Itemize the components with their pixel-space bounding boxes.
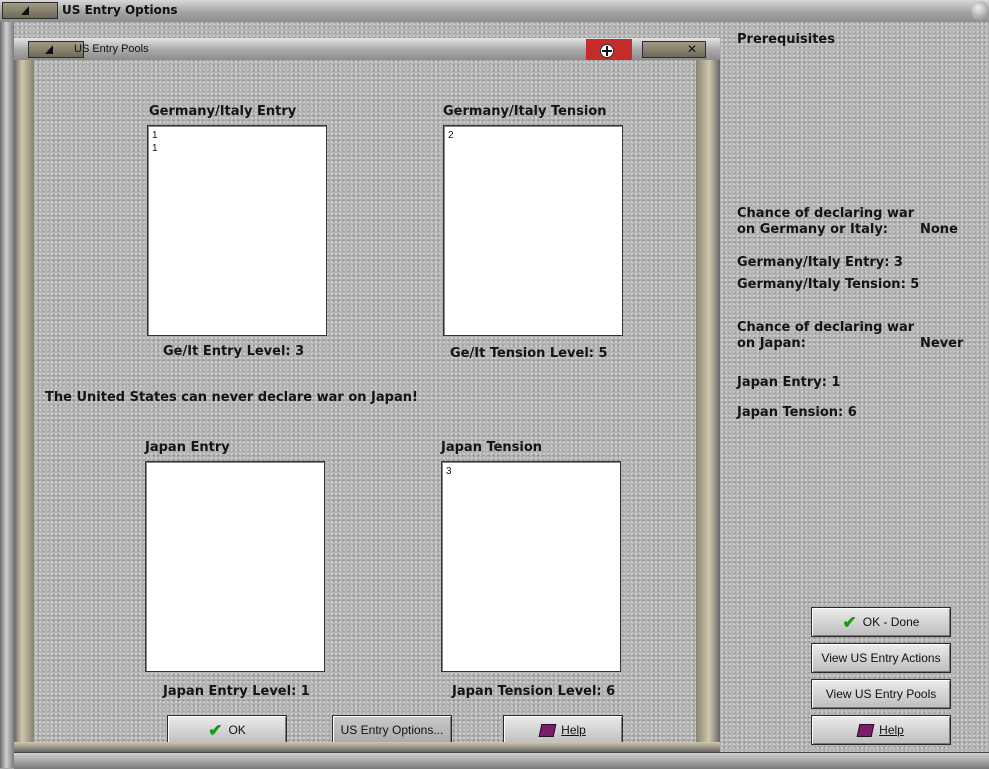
chance-germany-label-line2: on Germany or Italy: (737, 222, 889, 237)
list-item[interactable]: 3 (446, 465, 616, 478)
view-entry-pools-button[interactable]: View US Entry Pools (811, 679, 951, 709)
checkmark-icon: ✔ (208, 720, 223, 740)
germany-tension-level: Ge/It Tension Level: 5 (450, 346, 608, 361)
dialog-left-rail (14, 60, 34, 752)
dialog-help-label: Help (561, 723, 586, 737)
minimize-icon (45, 45, 53, 54)
germany-tension-label: Germany/Italy Tension (443, 104, 607, 119)
chance-japan-label-line1: Chance of declaring war (737, 320, 915, 335)
japan-tension-list[interactable]: 3 (441, 461, 621, 672)
japan-tension-level: Japan Tension Level: 6 (452, 684, 616, 699)
ok-done-label: OK - Done (862, 615, 920, 629)
chance-japan-label-line2: on Japan: (737, 336, 806, 351)
view-entry-pools-label: View US Entry Pools (825, 687, 937, 701)
window-knob-icon (971, 1, 989, 21)
dialog-bottom-rail (14, 742, 720, 752)
japan-warning-text: The United States can never declare war … (45, 390, 418, 405)
japan-tension-value: Japan Tension: 6 (737, 405, 857, 420)
dialog-help-button[interactable]: Help (503, 715, 623, 745)
right-help-button[interactable]: Help (811, 715, 951, 745)
bottom-frame-rail (14, 752, 989, 769)
chance-japan-value: Never (920, 336, 964, 351)
minimize-icon (21, 6, 29, 15)
germany-tension-value: Germany/Italy Tension: 5 (737, 277, 920, 292)
right-help-label: Help (879, 723, 904, 737)
dialog-ok-button[interactable]: ✔ OK (167, 715, 287, 745)
list-item[interactable]: 1 (152, 129, 322, 142)
left-frame-rail (0, 22, 14, 768)
us-entry-options-label: US Entry Options... (340, 723, 444, 737)
checkmark-icon: ✔ (842, 612, 857, 632)
flag-icon (586, 39, 632, 61)
dialog-close-button[interactable]: ✕ (642, 41, 706, 58)
us-entry-pools-dialog: US Entry Pools ✕ Germany/Italy Entry 11 … (14, 38, 720, 752)
prerequisites-heading: Prerequisites (737, 32, 835, 47)
us-entry-options-button[interactable]: US Entry Options... (332, 715, 452, 745)
dialog-title: US Entry Pools (74, 43, 149, 55)
germany-entry-level: Ge/It Entry Level: 3 (163, 344, 305, 359)
japan-tension-label: Japan Tension (441, 440, 543, 455)
window-menu-button[interactable] (2, 2, 58, 19)
germany-tension-list[interactable]: 2 (443, 125, 623, 336)
chance-germany-value: None (920, 222, 958, 237)
help-book-icon (538, 723, 557, 737)
close-icon: ✕ (686, 42, 697, 56)
japan-entry-list[interactable] (145, 461, 325, 672)
germany-entry-list[interactable]: 11 (147, 125, 327, 336)
germany-entry-value: Germany/Italy Entry: 3 (737, 255, 903, 270)
main-titlebar: US Entry Options (0, 0, 989, 23)
window-title: US Entry Options (62, 3, 178, 17)
ok-done-button[interactable]: ✔ OK - Done (811, 607, 951, 637)
japan-entry-level: Japan Entry Level: 1 (163, 684, 310, 699)
dialog-ok-label: OK (228, 723, 246, 737)
list-item[interactable]: 2 (448, 129, 618, 142)
help-book-icon (856, 723, 875, 737)
germany-entry-label: Germany/Italy Entry (149, 104, 297, 119)
dialog-body: Germany/Italy Entry 11 Ge/It Entry Level… (34, 60, 696, 745)
dialog-titlebar: US Entry Pools ✕ (14, 38, 720, 61)
japan-entry-value: Japan Entry: 1 (737, 375, 841, 390)
chance-germany-label-line1: Chance of declaring war (737, 206, 915, 221)
japan-entry-label: Japan Entry (145, 440, 230, 455)
view-entry-actions-label: View US Entry Actions (821, 651, 941, 665)
view-entry-actions-button[interactable]: View US Entry Actions (811, 643, 951, 673)
flag-emblem-icon (600, 44, 614, 58)
dialog-right-rail (696, 60, 720, 752)
list-item[interactable]: 1 (152, 142, 322, 155)
